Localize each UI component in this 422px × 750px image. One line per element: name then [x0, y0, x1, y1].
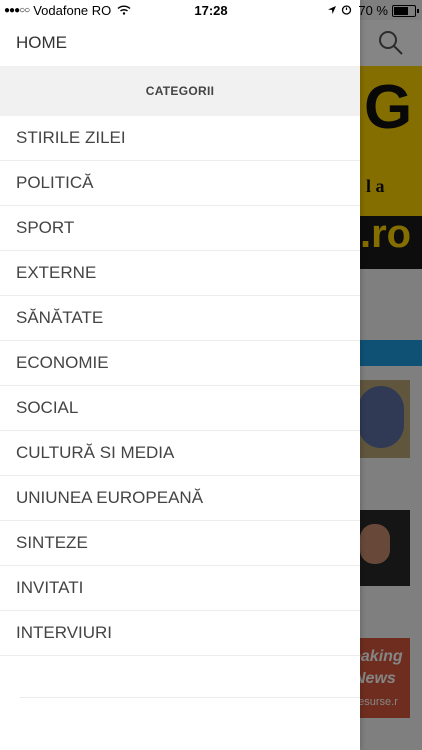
menu-item-sport[interactable]: SPORT [0, 206, 360, 251]
menu-item-social[interactable]: SOCIAL [0, 386, 360, 431]
status-bar: ●●●○○ Vodafone RO 17:28 70 % [0, 0, 422, 20]
menu-item-home[interactable]: HOME [0, 20, 360, 66]
section-header-categorii: CATEGORII [0, 66, 360, 116]
battery-percent: 70 % [358, 3, 388, 18]
menu-item-label: ECONOMIE [16, 353, 109, 372]
menu-item-label: HOME [16, 33, 67, 52]
menu-item-label: EXTERNE [16, 263, 97, 282]
menu-item-interviuri[interactable]: INTERVIURI [0, 611, 360, 656]
navigation-drawer: HOME CATEGORII STIRILE ZILEI POLITICĂ SP… [0, 0, 360, 750]
alarm-icon [341, 3, 352, 18]
menu-item-economie[interactable]: ECONOMIE [0, 341, 360, 386]
category-list: STIRILE ZILEI POLITICĂ SPORT EXTERNE SĂN… [0, 116, 360, 656]
menu-item-label: SPORT [16, 218, 75, 237]
menu-item-externe[interactable]: EXTERNE [0, 251, 360, 296]
menu-item-label: INTERVIURI [16, 623, 113, 642]
menu-item-sinteze[interactable]: SINTEZE [0, 521, 360, 566]
section-header-label: CATEGORII [145, 84, 215, 98]
location-arrow-icon [327, 3, 337, 18]
menu-item-uniunea-europeana[interactable]: UNIUNEA EUROPEANĂ [0, 476, 360, 521]
menu-item-label: POLITICĂ [16, 173, 94, 192]
menu-item-politica[interactable]: POLITICĂ [0, 161, 360, 206]
menu-item-label: CULTURĂ SI MEDIA [16, 443, 175, 462]
menu-item-label: INVITATI [16, 578, 84, 597]
menu-item-label: STIRILE ZILEI [16, 128, 126, 147]
battery-icon [392, 4, 419, 17]
menu-item-sanatate[interactable]: SĂNĂTATE [0, 296, 360, 341]
menu-item-stirile-zilei[interactable]: STIRILE ZILEI [0, 116, 360, 161]
menu-item-cultura-si-media[interactable]: CULTURĂ SI MEDIA [0, 431, 360, 476]
menu-item-label: SOCIAL [16, 398, 79, 417]
menu-item-label: SĂNĂTATE [16, 308, 104, 327]
menu-item-label: UNIUNEA EUROPEANĂ [16, 488, 204, 507]
status-right: 70 % [327, 3, 419, 18]
divider [20, 697, 360, 698]
battery-fill [394, 6, 408, 15]
menu-item-label: SINTEZE [16, 533, 88, 552]
menu-item-invitati[interactable]: INVITATI [0, 566, 360, 611]
